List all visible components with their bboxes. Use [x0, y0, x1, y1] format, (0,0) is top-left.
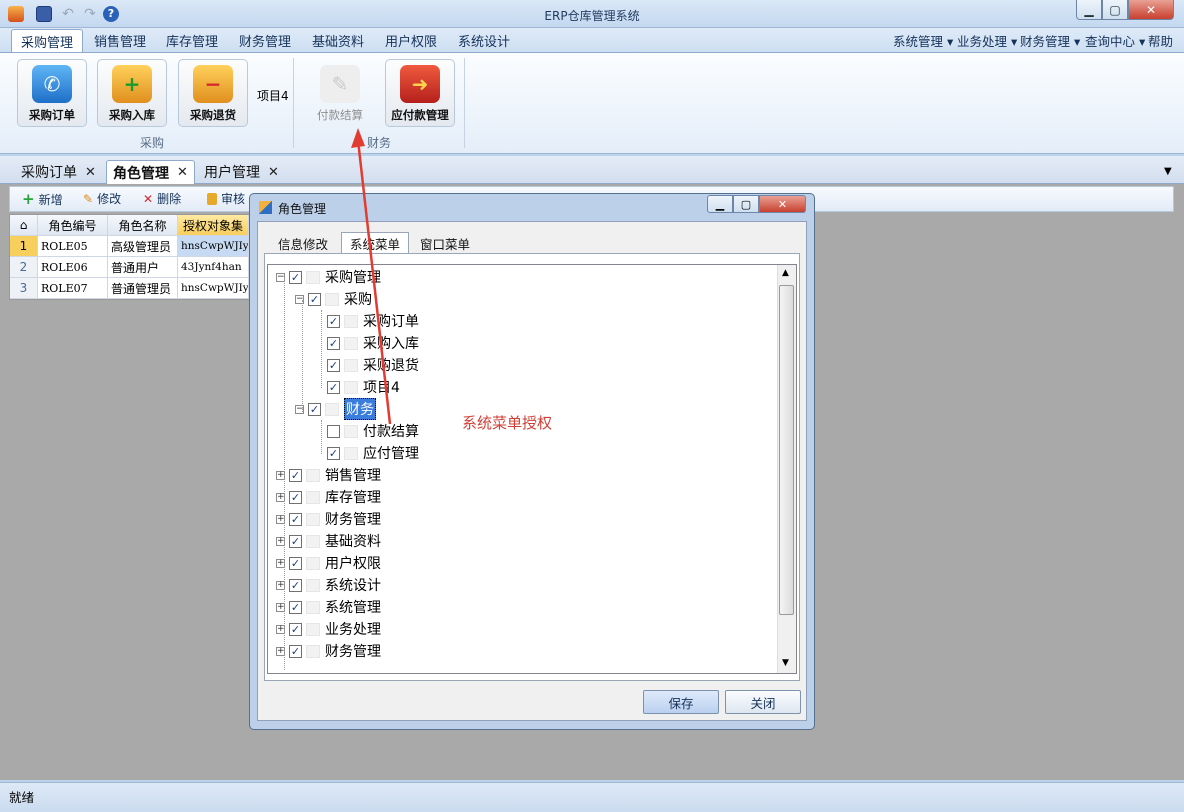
- annotation-label: 系统菜单授权: [462, 414, 553, 432]
- annotation-arrow: [351, 128, 392, 425]
